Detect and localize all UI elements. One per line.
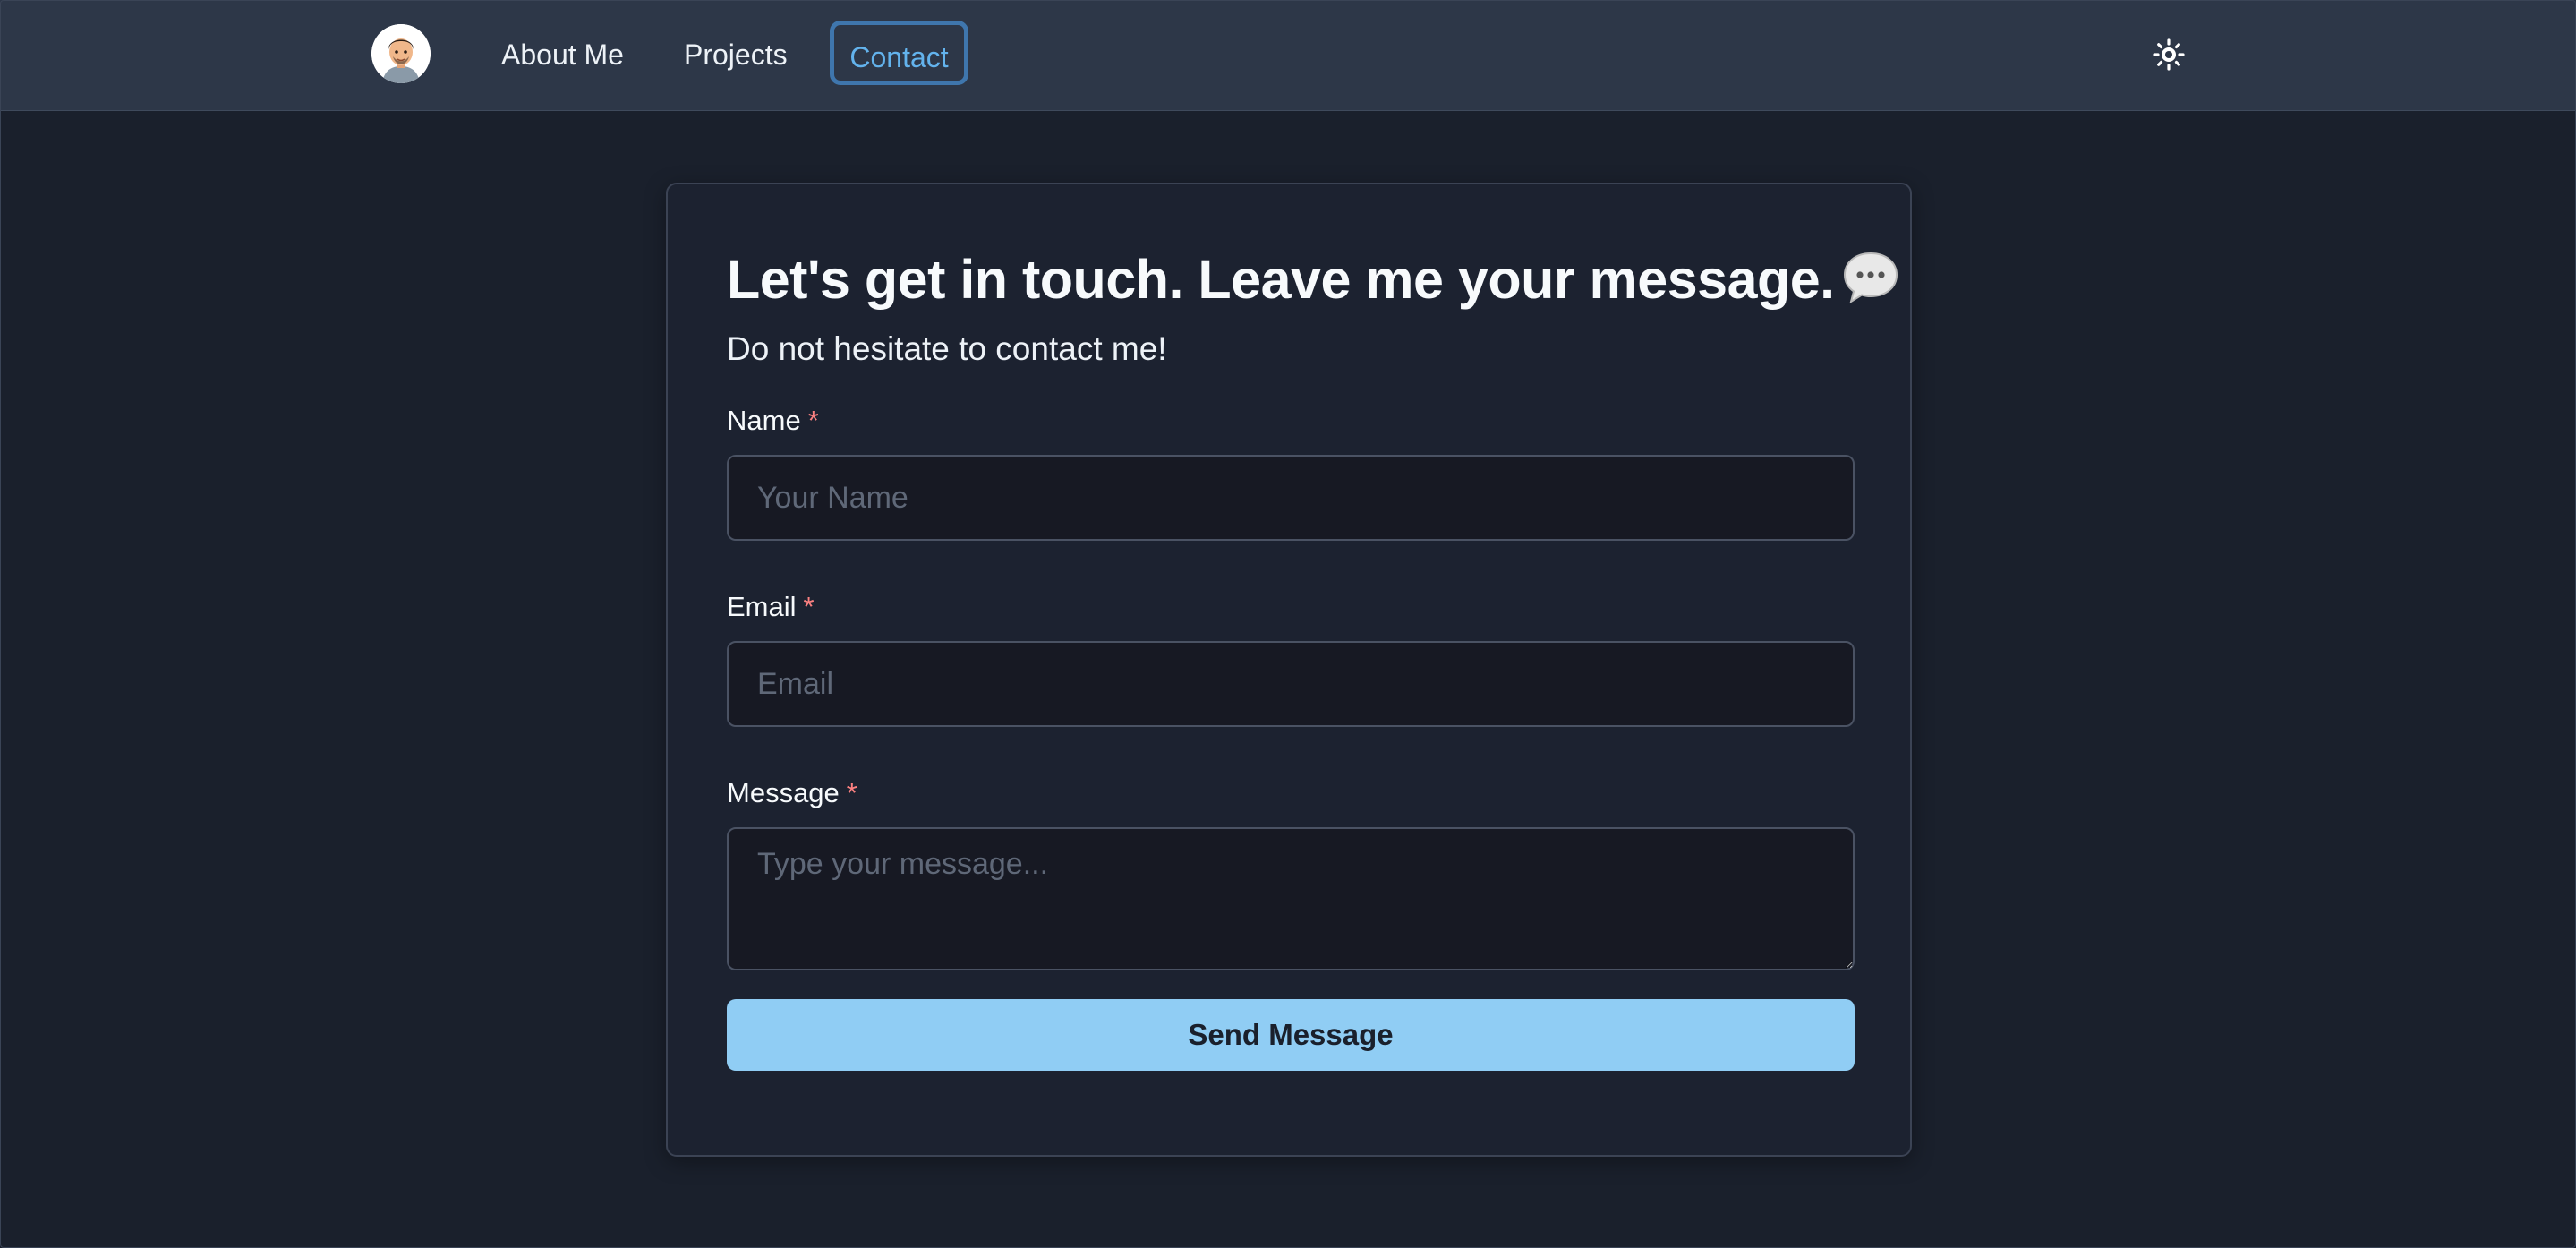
avatar-icon[interactable] — [371, 24, 431, 83]
sun-icon[interactable] — [2152, 38, 2186, 72]
page-subtitle: Do not hesitate to contact me! — [727, 330, 1167, 367]
send-message-button[interactable]: Send Message — [727, 999, 1855, 1071]
contact-card: Let's get in touch. Leave me your messag… — [666, 183, 1912, 1157]
name-label-text: Name — [727, 405, 801, 436]
name-label: Name * — [727, 401, 819, 440]
required-marker: * — [803, 591, 815, 622]
nav-link-about-me[interactable]: About Me — [501, 32, 624, 77]
message-label-text: Message — [727, 777, 840, 808]
required-marker: * — [846, 777, 857, 808]
email-label-text: Email — [727, 591, 797, 622]
message-textarea[interactable] — [727, 827, 1855, 970]
email-input[interactable] — [727, 641, 1855, 727]
navbar: About Me Projects Contact — [0, 0, 2576, 111]
required-marker: * — [807, 405, 819, 436]
speech-bubble-icon — [1842, 250, 1899, 305]
message-label: Message * — [727, 774, 857, 813]
page-title-text: Let's get in touch. Leave me your messag… — [727, 249, 1835, 310]
nav-link-contact[interactable]: Contact — [830, 21, 968, 85]
email-label: Email * — [727, 587, 815, 627]
name-input[interactable] — [727, 455, 1855, 541]
page-title: Let's get in touch. Leave me your messag… — [727, 244, 1899, 315]
nav-link-projects[interactable]: Projects — [684, 32, 788, 77]
